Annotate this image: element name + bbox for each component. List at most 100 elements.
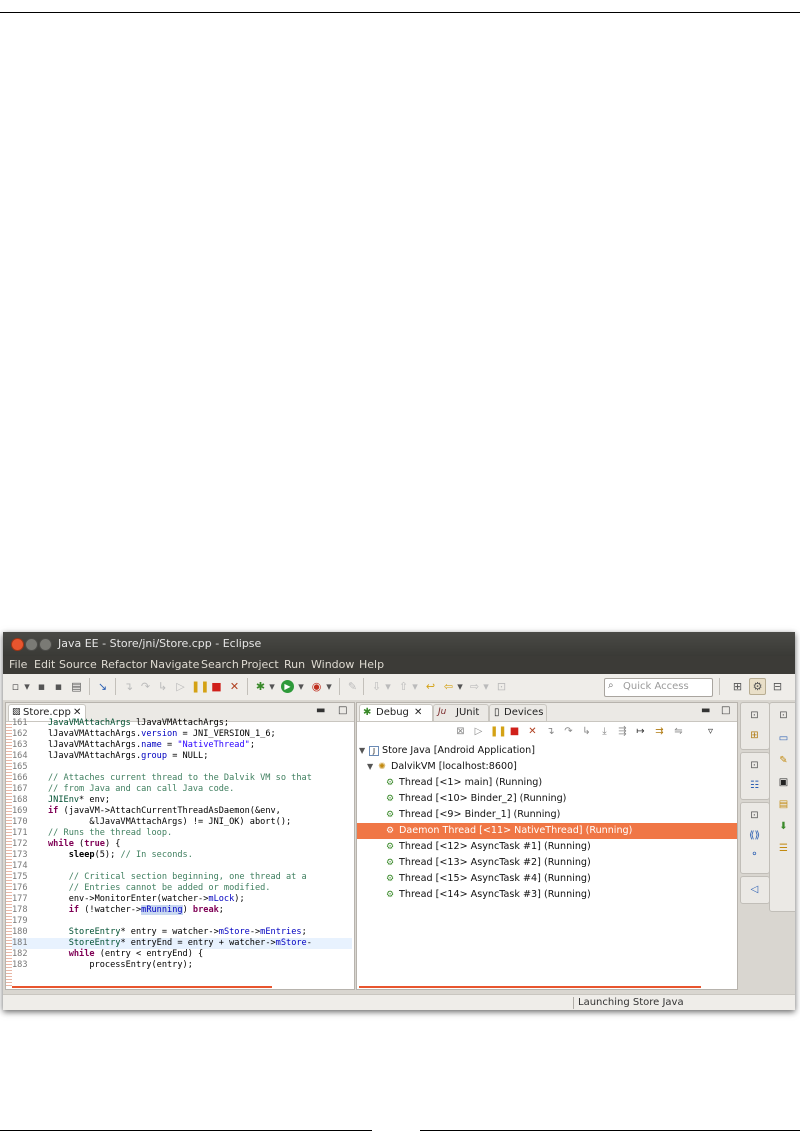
suspend-icon[interactable]: ❚❚ [490, 725, 507, 738]
prev-annotation-dropdown-icon[interactable]: ▾ [411, 679, 419, 694]
suspend-icon[interactable]: ❚❚ [191, 679, 209, 694]
pin-editor-icon[interactable]: ⊡ [494, 679, 509, 694]
tree-thread-node[interactable]: ⚙ Thread [<13> AsyncTask #2] (Running) [357, 855, 737, 871]
menu-run[interactable]: Run [284, 658, 305, 671]
menu-navigate[interactable]: Navigate [150, 658, 199, 671]
tab-junit[interactable]: Ju JUnit [433, 704, 489, 721]
back-dropdown-icon[interactable]: ▾ [456, 679, 464, 694]
edit-icon[interactable]: ✎ [345, 679, 360, 694]
tab-devices[interactable]: ▯ Devices [489, 704, 547, 721]
step-into-selection-icon[interactable]: ↦ [634, 725, 647, 738]
thread-icon: ⚙ [385, 874, 395, 884]
outline-icon[interactable]: ☷ [747, 778, 762, 793]
disconnect-icon[interactable]: ✕ [526, 725, 539, 738]
step-into-icon[interactable]: ↴ [121, 679, 136, 694]
minimize-icon[interactable]: ▬ [316, 705, 325, 716]
progress-icon[interactable]: ⚬ [747, 847, 762, 862]
tree-thread-node[interactable]: ⚙ Thread [<12> AsyncTask #1] (Running) [357, 839, 737, 855]
tasks-icon[interactable]: ⬇ [776, 819, 791, 834]
data-source-icon[interactable]: ▣ [776, 775, 791, 790]
step-return-icon[interactable]: ↳ [580, 725, 593, 738]
drop-to-frame-icon[interactable]: ⤓ [598, 725, 611, 738]
maximize-icon[interactable]: □ [721, 705, 730, 716]
link-icon[interactable]: ⇋ [672, 725, 685, 738]
step-over-icon[interactable]: ↷ [138, 679, 153, 694]
step-return-icon[interactable]: ↳ [155, 679, 170, 694]
debug-dropdown-icon[interactable]: ▾ [268, 679, 276, 694]
collapse-all-icon[interactable]: ⇉ [653, 725, 666, 738]
code-line: 182 while (entry < entryEnd) { [12, 949, 204, 959]
view-menu-icon[interactable]: ▿ [704, 725, 717, 738]
disconnect-icon[interactable]: ✕ [227, 679, 242, 694]
back-icon[interactable]: ⇦ [441, 679, 456, 694]
close-tab-icon[interactable]: ✕ [414, 707, 422, 718]
main-toolbar: ▫ ▾ ▪ ▪ ▤ ↘ ↴ ↷ ↳ ▷ ❚❚ ■ ✕ ✱ ▾ ▶ ▾ ◉ ▾ ✎… [3, 674, 795, 701]
tree-thread-node[interactable]: ⚙ Thread [<1> main] (Running) [357, 775, 737, 791]
snippets-icon[interactable]: ✎ [776, 753, 791, 768]
menu-refactor[interactable]: Refactor [101, 658, 147, 671]
save-icon[interactable]: ▪ [34, 679, 49, 694]
console-icon[interactable]: ⟪⟫ [747, 828, 762, 843]
terminate-icon[interactable]: ■ [508, 725, 521, 738]
prev-annotation-icon[interactable]: ⇧ [396, 679, 411, 694]
open-perspective-icon[interactable]: ⊞ [730, 679, 745, 694]
close-tab-icon[interactable]: ✕ [73, 707, 81, 718]
save-all-icon[interactable]: ▪ [51, 679, 66, 694]
tree-thread-node[interactable]: ⚙ Thread [<10> Binder_2] (Running) [357, 791, 737, 807]
code-area[interactable]: 161 JavaVMAttachArgs lJavaVMAttachArgs; 1… [6, 718, 354, 988]
menu-edit[interactable]: Edit [34, 658, 55, 671]
menu-file[interactable]: File [9, 658, 27, 671]
run-dropdown-icon[interactable]: ▾ [297, 679, 305, 694]
restore-icon[interactable]: ⊡ [747, 708, 762, 723]
variables-icon[interactable]: ⊞ [747, 728, 762, 743]
new-icon[interactable]: ▫ [8, 679, 23, 694]
logcat-icon[interactable]: ◁ [747, 882, 762, 897]
external-tools-dropdown-icon[interactable]: ▾ [325, 679, 333, 694]
resume-icon[interactable]: ▷ [472, 725, 485, 738]
minimize-icon[interactable]: ▬ [701, 705, 710, 716]
forward-icon[interactable]: ⇨ [467, 679, 482, 694]
properties-icon[interactable]: ▤ [776, 797, 791, 812]
forward-dropdown-icon[interactable]: ▾ [482, 679, 490, 694]
tree-thread-node-selected[interactable]: ⚙ Daemon Thread [<11> NativeThread] (Run… [357, 823, 737, 839]
quick-access-field[interactable]: ⌕ Quick Access [604, 678, 713, 697]
restore-icon[interactable]: ⊡ [776, 708, 791, 723]
menu-search[interactable]: Search [201, 658, 239, 671]
tree-thread-node[interactable]: ⚙ Thread [<15> AsyncTask #4] (Running) [357, 871, 737, 887]
step-over-icon[interactable]: ↷ [562, 725, 575, 738]
use-step-filters-icon[interactable]: ⇶ [616, 725, 629, 738]
new-dropdown-icon[interactable]: ▾ [23, 679, 31, 694]
resume-icon[interactable]: ▷ [173, 679, 188, 694]
debug-perspective-icon[interactable]: ⚙ [749, 678, 766, 695]
maximize-icon[interactable]: □ [338, 705, 347, 716]
next-annotation-dropdown-icon[interactable]: ▾ [384, 679, 392, 694]
tree-vm-node[interactable]: ▼ ✺ DalvikVM [localhost:8600] [357, 759, 737, 775]
menu-help[interactable]: Help [359, 658, 384, 671]
tab-debug[interactable]: ✱ Debug ✕ [359, 704, 433, 721]
close-window-button[interactable] [11, 638, 24, 651]
maximize-window-button[interactable] [39, 638, 52, 651]
step-into-icon[interactable]: ↴ [544, 725, 557, 738]
restore-icon[interactable]: ⊡ [747, 808, 762, 823]
minimize-window-button[interactable] [25, 638, 38, 651]
menu-project[interactable]: Project [241, 658, 279, 671]
problems-icon[interactable]: ☰ [776, 841, 791, 856]
menu-window[interactable]: Window [311, 658, 354, 671]
terminate-icon[interactable]: ■ [209, 679, 224, 694]
last-edit-location-icon[interactable]: ↩ [423, 679, 438, 694]
tree-launch-node[interactable]: ▼ J Store Java [Android Application] [357, 743, 737, 759]
device-icon: ▯ [494, 707, 500, 718]
next-annotation-icon[interactable]: ⇩ [369, 679, 384, 694]
restore-icon[interactable]: ⊡ [747, 758, 762, 773]
remove-terminated-icon[interactable]: ⊠ [454, 725, 467, 738]
run-icon[interactable]: ▶ [281, 680, 294, 693]
print-icon[interactable]: ▤ [69, 679, 84, 694]
tree-thread-node[interactable]: ⚙ Thread [<14> AsyncTask #3] (Running) [357, 887, 737, 903]
servers-icon[interactable]: ▭ [776, 731, 791, 746]
debug-icon[interactable]: ✱ [253, 679, 268, 694]
tree-thread-node[interactable]: ⚙ Thread [<9> Binder_1] (Running) [357, 807, 737, 823]
skip-breakpoints-icon[interactable]: ↘ [95, 679, 110, 694]
java-ee-perspective-icon[interactable]: ⊟ [770, 679, 785, 694]
menu-source[interactable]: Source [59, 658, 97, 671]
external-tools-icon[interactable]: ◉ [309, 679, 324, 694]
